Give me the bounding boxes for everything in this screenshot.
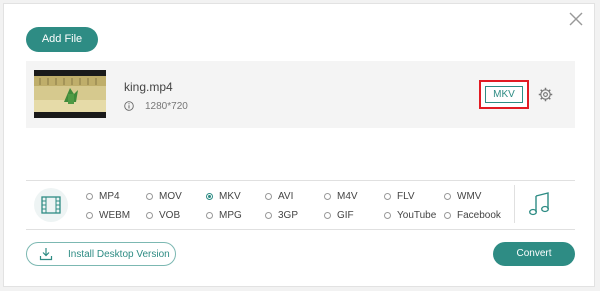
format-option-3gp[interactable]: 3GP [265, 210, 298, 221]
file-name: king.mp4 [124, 80, 173, 94]
radio-icon [324, 193, 331, 200]
radio-icon [324, 212, 331, 219]
radio-icon [265, 193, 272, 200]
format-option-mov[interactable]: MOV [146, 191, 182, 202]
format-option-vob[interactable]: VOB [146, 210, 180, 221]
format-option-youtube[interactable]: YouTube [384, 210, 436, 221]
download-icon [39, 248, 53, 261]
radio-icon [206, 212, 213, 219]
radio-icon [146, 193, 153, 200]
film-icon [41, 196, 61, 214]
video-format-tab[interactable] [34, 188, 68, 222]
format-option-mp4[interactable]: MP4 [86, 191, 120, 202]
format-option-webm[interactable]: WEBM [86, 210, 130, 221]
format-option-avi[interactable]: AVI [265, 191, 293, 202]
output-format-button[interactable]: MKV [485, 86, 523, 103]
format-option-gif[interactable]: GIF [324, 210, 354, 221]
music-note-icon[interactable] [528, 192, 550, 216]
format-option-mkv[interactable]: MKV [206, 191, 241, 202]
radio-icon [444, 212, 451, 219]
radio-icon [384, 212, 391, 219]
format-option-flv[interactable]: FLV [384, 191, 415, 202]
highlight-box: MKV [479, 80, 529, 109]
radio-icon [146, 212, 153, 219]
format-option-wmv[interactable]: WMV [444, 191, 481, 202]
file-resolution: 1280*720 [145, 101, 188, 112]
install-desktop-button[interactable]: Install Desktop Version [26, 242, 176, 266]
radio-icon [265, 212, 272, 219]
panel-divider [514, 185, 515, 223]
converter-dialog: Add File king.mp4 1280*720 MKV MP4 MOV M… [3, 3, 595, 287]
radio-icon [86, 193, 93, 200]
gear-icon[interactable] [538, 87, 553, 102]
thumbnail-image [34, 76, 106, 112]
radio-icon [384, 193, 391, 200]
radio-selected-icon [206, 193, 213, 200]
file-row: king.mp4 1280*720 MKV [26, 61, 575, 128]
info-icon[interactable] [124, 101, 134, 111]
format-option-m4v[interactable]: M4V [324, 191, 358, 202]
radio-icon [86, 212, 93, 219]
video-thumbnail [34, 70, 106, 118]
install-label: Install Desktop Version [68, 249, 170, 260]
convert-button[interactable]: Convert [493, 242, 575, 266]
format-option-facebook[interactable]: Facebook [444, 210, 501, 221]
format-panel: MP4 MOV MKV AVI M4V FLV WMV WEBM VOB MPG… [26, 180, 575, 230]
format-option-mpg[interactable]: MPG [206, 210, 242, 221]
radio-icon [444, 193, 451, 200]
add-file-button[interactable]: Add File [26, 27, 98, 52]
close-icon[interactable] [567, 10, 585, 28]
